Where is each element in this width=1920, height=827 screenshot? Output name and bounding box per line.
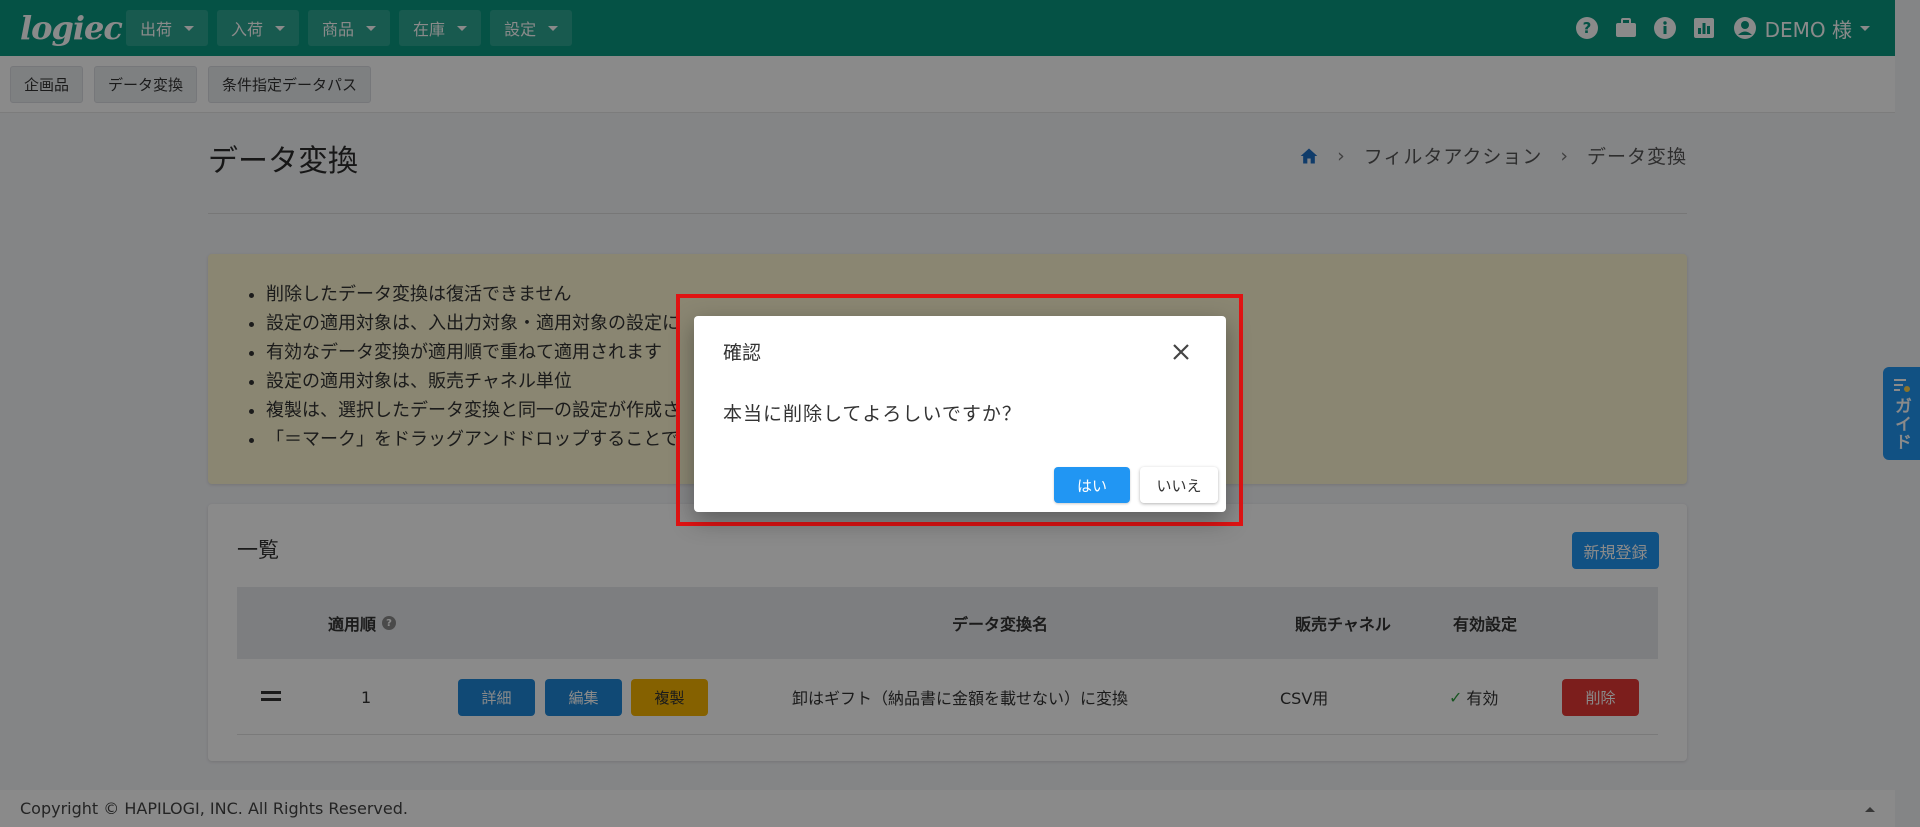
confirm-no-button[interactable]: いいえ: [1140, 467, 1218, 503]
dialog-message: 本当に削除してよろしいですか？: [723, 403, 1022, 425]
close-icon[interactable]: [1169, 340, 1193, 364]
confirm-dialog: 確認 本当に削除してよろしいですか？ はい いいえ: [694, 316, 1226, 512]
confirm-yes-button[interactable]: はい: [1054, 467, 1130, 503]
dialog-title: 確認: [723, 342, 762, 364]
